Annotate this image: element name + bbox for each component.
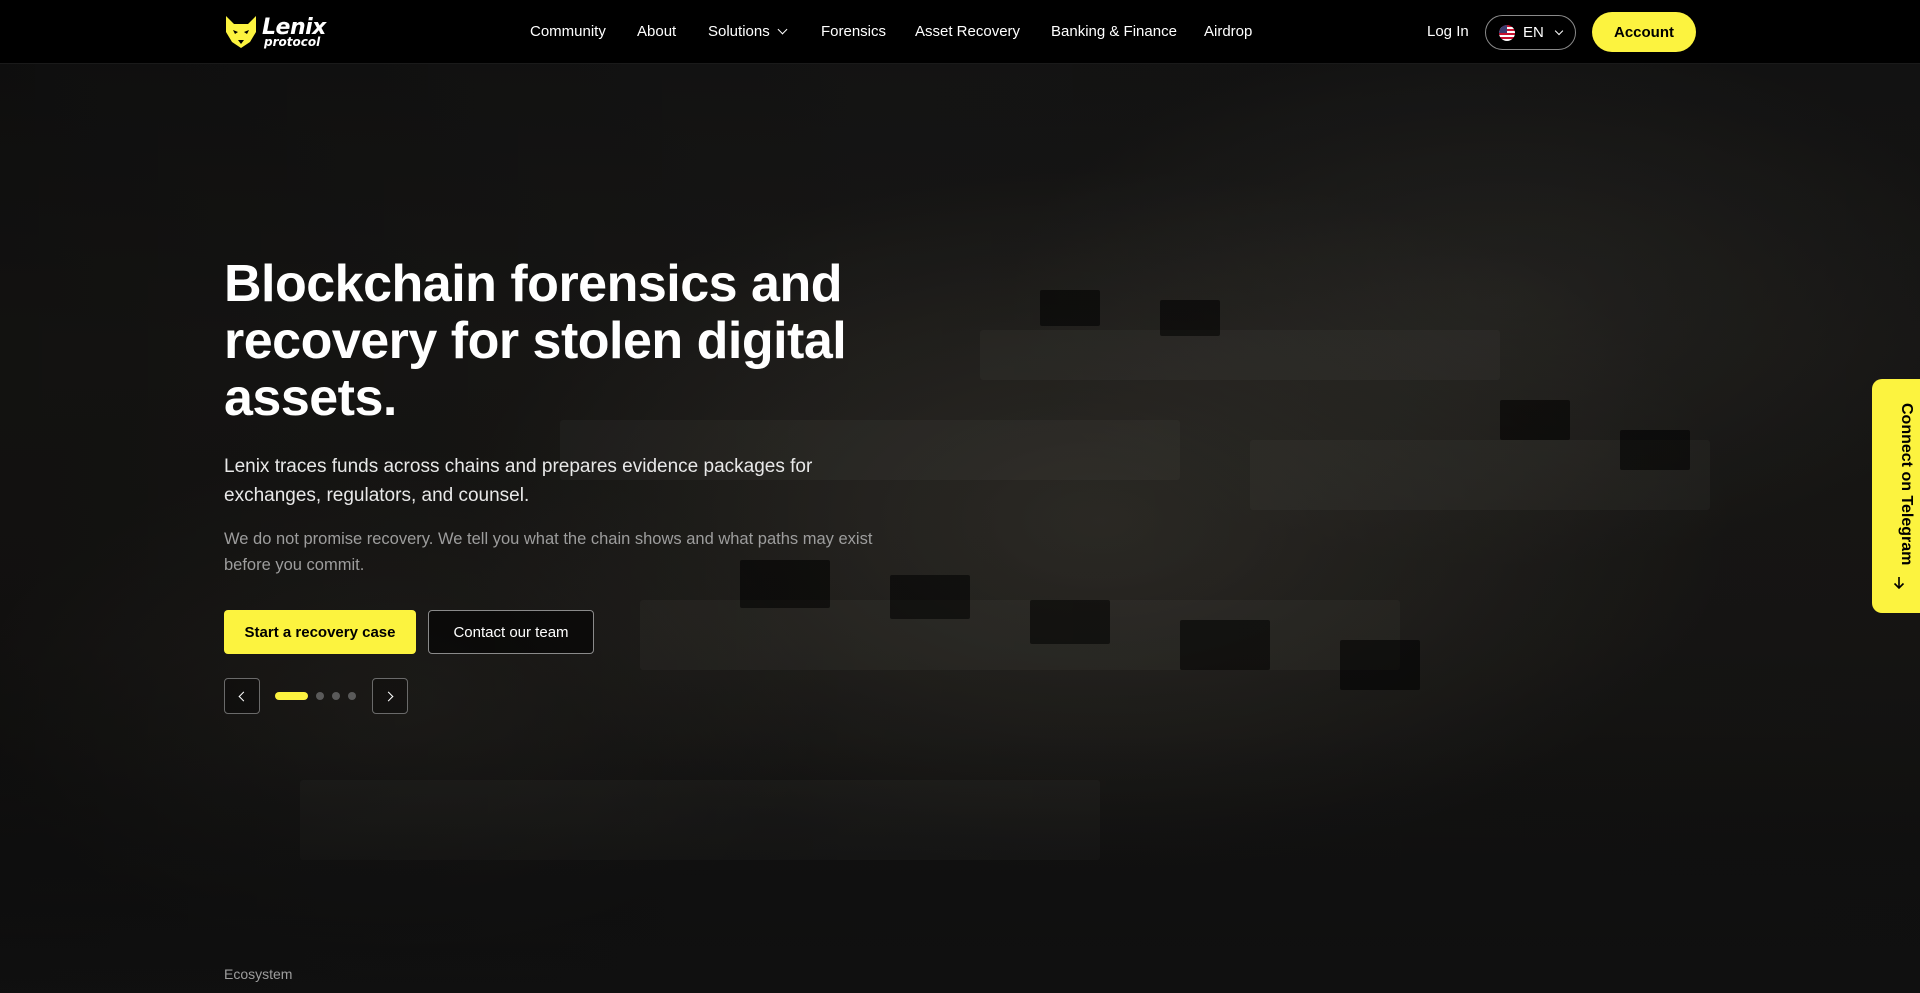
nav-about[interactable]: About — [637, 22, 676, 42]
site-header: Lenix protocol Community About Solutions… — [0, 0, 1920, 64]
nav-forensics[interactable]: Forensics — [821, 22, 886, 42]
nav-asset-recovery[interactable]: Asset Recovery — [915, 22, 1020, 42]
contact-team-button[interactable]: Contact our team — [428, 610, 594, 654]
nav-airdrop[interactable]: Airdrop — [1204, 22, 1252, 42]
chevron-left-icon — [238, 691, 249, 701]
account-button[interactable]: Account — [1592, 12, 1696, 52]
chevron-right-icon — [383, 691, 394, 701]
brand-logo[interactable]: Lenix protocol — [224, 14, 348, 50]
carousel-dot[interactable] — [316, 692, 324, 700]
start-recovery-case-button[interactable]: Start a recovery case — [224, 610, 416, 654]
telegram-tab-label: Connect on Telegram — [1898, 403, 1915, 566]
arrow-down-icon — [1893, 577, 1905, 590]
nav-solutions[interactable]: Solutions — [708, 22, 788, 42]
login-link[interactable]: Log In — [1427, 22, 1469, 42]
language-code: EN — [1523, 24, 1544, 41]
nav-community[interactable]: Community — [530, 22, 606, 42]
us-flag-icon — [1499, 24, 1515, 41]
carousel-next-button[interactable] — [372, 678, 408, 714]
hero-disclaimer: We do not promise recovery. We tell you … — [224, 530, 873, 574]
hero-title: Blockchain forensics and recovery for st… — [224, 255, 847, 427]
carousel-dot[interactable] — [348, 692, 356, 700]
chevron-down-icon — [777, 24, 788, 35]
carousel-indicators — [275, 692, 364, 700]
section-label-ecosystem: Ecosystem — [224, 966, 293, 982]
chevron-down-icon — [1554, 26, 1564, 35]
telegram-side-tab[interactable]: Connect on Telegram — [1872, 379, 1920, 613]
carousel-dot[interactable] — [275, 692, 308, 700]
language-selector[interactable]: EN — [1485, 15, 1576, 50]
hero-subtitle: Lenix traces funds across chains and pre… — [224, 456, 813, 506]
wolf-logo-icon — [226, 16, 256, 48]
nav-banking-finance[interactable]: Banking & Finance — [1051, 22, 1177, 42]
carousel-dot[interactable] — [332, 692, 340, 700]
carousel-prev-button[interactable] — [224, 678, 260, 714]
brand-subname: protocol — [264, 34, 321, 49]
